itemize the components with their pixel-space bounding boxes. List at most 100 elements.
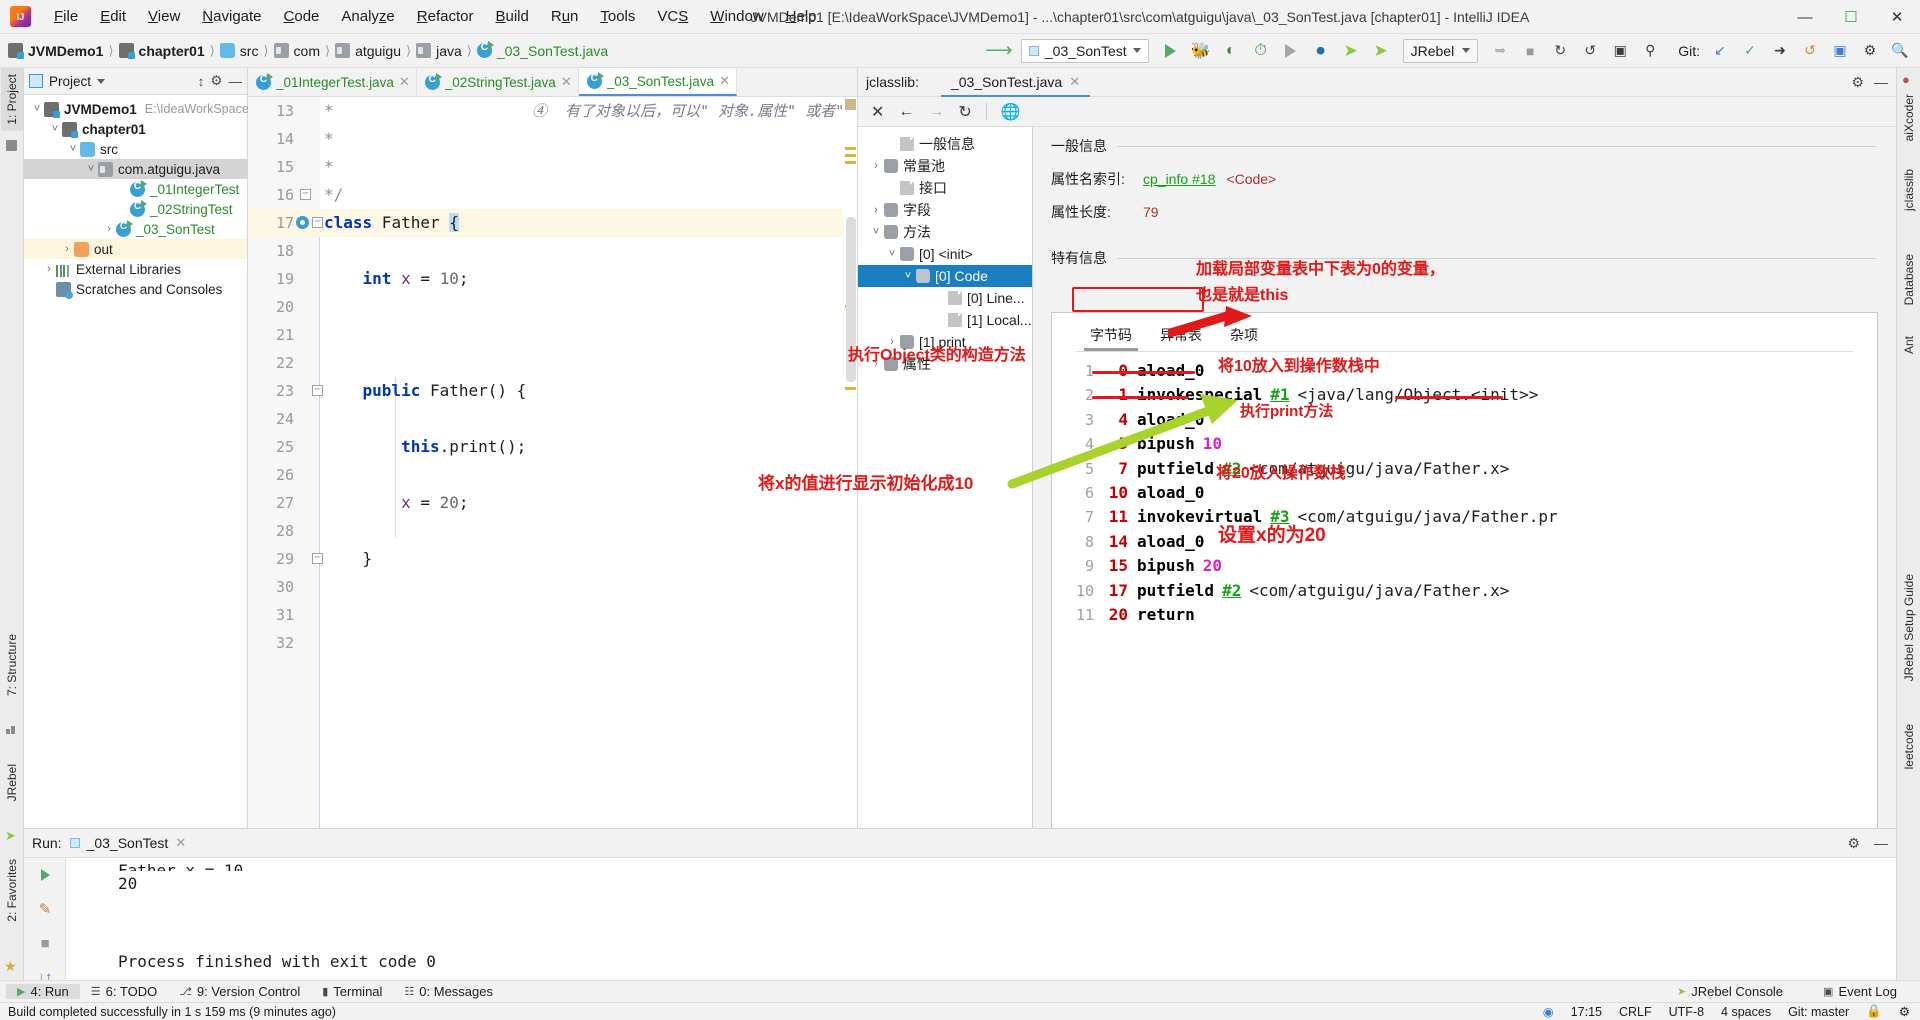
breadcrumb-item-java[interactable]: java xyxy=(436,43,462,59)
git-rollback-icon[interactable]: ↺ xyxy=(1796,38,1824,64)
git-commit-icon[interactable]: ✓ xyxy=(1736,38,1764,64)
breadcrumb-item-com[interactable]: com xyxy=(294,43,320,59)
tree-node-src[interactable]: ˅ src xyxy=(24,139,247,159)
hammer-icon[interactable]: ⟶ xyxy=(985,38,1013,64)
chevron-down-icon[interactable] xyxy=(1462,48,1471,53)
jclasslib-node-fields[interactable]: › 字段 xyxy=(858,199,1032,221)
tab-todo[interactable]: ☰ 6: TODO xyxy=(80,984,168,999)
chevron-down-icon[interactable]: ˅ xyxy=(868,226,884,238)
gutter-slot[interactable]: ─ xyxy=(294,377,323,405)
editor-marker-column[interactable] xyxy=(843,97,857,950)
tree-node-02stringtest[interactable]: ˅ _02StringTest xyxy=(24,199,247,219)
sidebar-item-aixcoder[interactable]: aiXcoder xyxy=(1898,88,1920,147)
bytecode-row[interactable]: 5 7 putfield #2 <com/atguigu/java/Father… xyxy=(1052,457,1877,481)
bytecode-row[interactable]: 11 20 return xyxy=(1052,603,1877,627)
bytecode-row[interactable]: 7 11 invokevirtual #3 <com/atguigu/java/… xyxy=(1052,505,1877,529)
chevron-down-icon[interactable]: ˅ xyxy=(30,103,44,115)
breadcrumb-item-file[interactable]: _03_SonTest.java xyxy=(497,43,608,59)
jclasslib-node-code-attribute[interactable]: ˅ [0] Code xyxy=(858,265,1032,287)
bytecode-row[interactable]: 9 15 bipush 20 xyxy=(1052,554,1877,578)
collapse-all-icon[interactable]: ↕ xyxy=(198,74,205,89)
left-tool-strip[interactable]: 1: Project 7: Structure JRebel ➤ 2: Favo… xyxy=(0,68,24,984)
bytecode-row[interactable]: 10 17 putfield #2 <com/atguigu/java/Fath… xyxy=(1052,579,1877,603)
edit-configuration-icon[interactable]: ✎ xyxy=(24,892,66,926)
tree-node-com-atguigu-java[interactable]: ˅ com.atguigu.java xyxy=(24,159,247,179)
status-encoding[interactable]: UTF-8 xyxy=(1669,1005,1704,1019)
menu-help[interactable]: Help xyxy=(775,4,828,29)
menu-tools[interactable]: Tools xyxy=(589,4,646,29)
right-tool-strip[interactable]: ● aiXcoder jclasslib Database Ant JRebel… xyxy=(1896,68,1920,984)
menu-edit[interactable]: Edit xyxy=(89,4,137,29)
sidebar-item-jrebel[interactable]: JRebel xyxy=(1,758,23,807)
browse-icon[interactable]: 🌐 xyxy=(1001,102,1021,122)
close-icon[interactable]: ✕ xyxy=(719,73,730,89)
constant-pool-ref[interactable]: #2 xyxy=(1222,579,1241,603)
bytecode-instruction-list[interactable]: 1 0 aload_0 2 1 invokespecial #1 <java/l… xyxy=(1052,352,1877,627)
run-window-sidebar[interactable]: ✎ ■ ↓↑ ⎙ ↑ ⇥ » xyxy=(24,858,66,1020)
cp-info-link[interactable]: cp_info #18 xyxy=(1143,171,1215,187)
sidebar-item-structure[interactable]: 7: Structure xyxy=(1,628,23,702)
breadcrumb-item-project[interactable]: JVMDemo1 xyxy=(28,43,103,59)
status-line-separator[interactable]: CRLF xyxy=(1619,1005,1652,1019)
jrebel-dashboard-icon[interactable]: ⏺ xyxy=(1307,38,1335,64)
close-icon[interactable]: ✕ xyxy=(871,102,884,122)
menu-file[interactable]: File xyxy=(43,4,89,29)
fold-icon[interactable]: ─ xyxy=(312,385,323,396)
inspections-icon[interactable]: ◉ xyxy=(1543,1004,1554,1019)
chevron-down-icon[interactable]: ˅ xyxy=(84,163,98,175)
menu-code[interactable]: Code xyxy=(273,4,331,29)
close-icon[interactable]: ✕ xyxy=(561,74,572,90)
menu-navigate[interactable]: Navigate xyxy=(191,4,272,29)
search-icon[interactable]: ⚲ xyxy=(1636,38,1664,64)
close-icon[interactable]: ✕ xyxy=(1069,74,1080,90)
commit-icon[interactable]: ▣ xyxy=(1606,38,1634,64)
reload-icon[interactable]: ↻ xyxy=(958,102,971,122)
error-stripe-marker[interactable] xyxy=(845,99,856,110)
git-update-icon[interactable]: ↙ xyxy=(1706,38,1734,64)
menu-analyze[interactable]: Analyze xyxy=(330,4,405,29)
tab-bytecode[interactable]: 字节码 xyxy=(1076,322,1146,351)
tree-node-jvmdemo1[interactable]: ˅ JVMDemo1 E:\IdeaWorkSpace xyxy=(24,99,249,119)
sidebar-item-favorites[interactable]: 2: Favorites xyxy=(1,853,23,928)
menu-run[interactable]: Run xyxy=(540,4,590,29)
change-marker[interactable] xyxy=(845,161,856,164)
jrebel-run-icon[interactable]: ➤ xyxy=(1337,38,1365,64)
change-marker[interactable] xyxy=(845,147,856,150)
jrebel-debug-icon[interactable]: ➤ xyxy=(1367,38,1395,64)
menu-build[interactable]: Build xyxy=(484,4,539,29)
tab-jclasslib-file[interactable]: _03_SonTest.java ✕ xyxy=(940,68,1091,97)
tab-terminal[interactable]: ▮ Terminal xyxy=(311,984,393,999)
code-editor[interactable]: 13 * ④ 有了对象以后，可以" 对象.属性" 或者" 14 * 15 * 1… xyxy=(248,97,857,950)
gear-icon[interactable]: ⚙ xyxy=(1847,835,1860,852)
tab-misc[interactable]: 杂项 xyxy=(1216,322,1272,351)
chevron-right-icon[interactable]: › xyxy=(868,204,884,216)
chevron-right-icon[interactable]: › xyxy=(42,263,56,275)
sidebar-item-ant[interactable]: Ant xyxy=(1898,330,1920,360)
sidebar-item-jclasslib[interactable]: jclasslib xyxy=(1898,163,1920,217)
menu-bar[interactable]: File Edit View Navigate Code Analyze Ref… xyxy=(43,4,828,29)
tree-node-out[interactable]: › out xyxy=(24,239,247,259)
menu-view[interactable]: View xyxy=(137,4,191,29)
chevron-down-icon[interactable] xyxy=(97,78,106,84)
lock-icon[interactable]: 🔒 xyxy=(1866,1004,1882,1019)
tree-node-chapter01[interactable]: ˅ chapter01 xyxy=(24,119,247,139)
tab-01integertest[interactable]: _01IntegerTest.java ✕ xyxy=(248,68,417,96)
sidebar-item-jrebel-setup-guide[interactable]: JRebel Setup Guide xyxy=(1898,568,1920,687)
fold-icon[interactable]: ─ xyxy=(300,189,311,200)
tree-node-01integertest[interactable]: ˅ _01IntegerTest xyxy=(24,179,247,199)
tree-node-scratches-and-consoles[interactable]: › Scratches and Consoles xyxy=(24,279,247,299)
tab-03-sontest[interactable]: _03_SonTest.java ✕ xyxy=(578,68,737,96)
bottom-tool-tabs[interactable]: ▶ 4: Run ☰ 6: TODO ⎇ 9: Version Control … xyxy=(0,980,1920,1002)
menu-window[interactable]: Window xyxy=(699,4,774,29)
close-icon[interactable]: ✕ xyxy=(399,74,410,90)
tab-version-control[interactable]: ⎇ 9: Version Control xyxy=(168,984,311,999)
chevron-right-icon[interactable]: › xyxy=(102,223,116,235)
git-push-icon[interactable]: ➜ xyxy=(1766,38,1794,64)
run-with-coverage-icon[interactable]: ◐ xyxy=(1217,38,1245,64)
bytecode-tabs[interactable]: 字节码 异常表 杂项 xyxy=(1052,313,1877,351)
jclasslib-node-interfaces[interactable]: 接口 xyxy=(858,177,1032,199)
change-marker[interactable] xyxy=(845,387,856,390)
rerun-icon[interactable] xyxy=(24,858,66,892)
hide-icon[interactable]: — xyxy=(1874,835,1888,852)
breadcrumb-item-atguigu[interactable]: atguigu xyxy=(355,43,401,59)
